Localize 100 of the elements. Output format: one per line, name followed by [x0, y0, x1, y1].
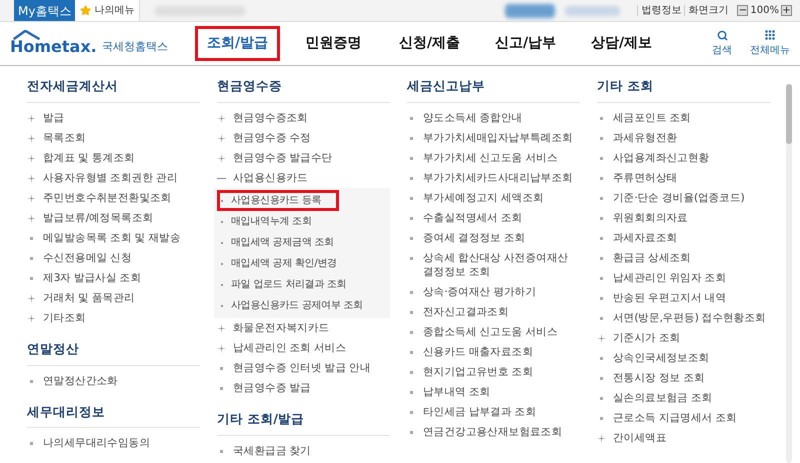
blurred-block: [565, 6, 620, 16]
bullet-icon: [410, 256, 413, 260]
menu-link[interactable]: 메일발송목록 조회 및 재발송: [43, 230, 181, 245]
bullet-icon: [410, 330, 413, 334]
nav-tab[interactable]: 조회/발급: [195, 26, 280, 61]
top-link[interactable]: 화면크기: [684, 5, 732, 16]
menu-link[interactable]: 현지기업고유번호 조회: [423, 364, 534, 379]
bullet-icon: [600, 216, 603, 220]
bullet-icon: [30, 380, 33, 382]
all-menu-button[interactable]: 전체메뉴: [750, 29, 790, 58]
menu-link[interactable]: 목록조회: [43, 130, 86, 145]
menu-link[interactable]: 현금영수증 발급: [233, 380, 311, 395]
bullet-icon: [410, 116, 413, 120]
menu-link[interactable]: 거래처 및 품목관리: [43, 290, 135, 305]
menu-link[interactable]: 증여세 결정정보 조회: [423, 230, 526, 245]
menu-link[interactable]: 연말정산간소화: [43, 374, 118, 388]
menu-link[interactable]: 현금영수증 수정: [233, 130, 311, 145]
menu-link[interactable]: 상속·증여재산 평가하기: [423, 284, 536, 299]
menu-link[interactable]: 발급보류/예정목록조회: [43, 210, 154, 225]
menu-link[interactable]: 합계표 및 통계조회: [43, 150, 135, 165]
section-title: 세무대리정보: [27, 402, 200, 428]
menu-link[interactable]: 기타조회: [43, 310, 86, 325]
bullet-icon: [410, 410, 413, 414]
menu-link[interactable]: 부가가치세매입자납부특례조회: [423, 130, 573, 145]
zoom-out-button[interactable]: −: [737, 5, 748, 16]
menu-link[interactable]: 근로소득 지급명세서 조회: [613, 410, 737, 425]
bullet-icon: [600, 316, 603, 320]
bullet-icon: [600, 176, 603, 180]
search-icon: [716, 30, 728, 40]
bullet-icon: [410, 370, 413, 374]
menu-link[interactable]: 기준시가 조회: [613, 330, 680, 345]
menu-link[interactable]: 상속인국세정보조회: [613, 350, 710, 365]
menu-link[interactable]: 신용카드 매출자료조회: [423, 344, 534, 359]
section-title: 세금신고납부: [407, 77, 580, 103]
menu-link[interactable]: 주민번호수취분전환및조회: [43, 190, 172, 205]
menu-link[interactable]: 수출실적명세서 조회: [423, 210, 522, 225]
bullet-icon: [600, 416, 603, 420]
menu-link[interactable]: 현금영수증 발급수단: [233, 150, 332, 165]
menu-link[interactable]: 발급: [43, 110, 64, 125]
menu-link[interactable]: 사업용신용카드: [233, 170, 308, 185]
bullet-icon: [410, 156, 413, 160]
menu-link[interactable]: 위원회회의자료: [613, 210, 688, 225]
nav-tab[interactable]: 상담/제보: [579, 26, 664, 61]
menu-link[interactable]: 납세관리인 조회 서비스: [233, 340, 346, 355]
menu-link[interactable]: 전자신고결과조회: [423, 304, 509, 319]
menu-link[interactable]: 현금영수증조회: [233, 110, 308, 125]
menu-link[interactable]: 세금포인트 조회: [613, 110, 691, 125]
menu-link[interactable]: 반송된 우편고지서 내역: [613, 290, 726, 305]
menu-link[interactable]: 환급금 상세조회: [613, 250, 691, 265]
bullet-icon: [410, 390, 413, 394]
menu-link[interactable]: 연금건강고용산재보험료조회: [423, 424, 562, 439]
bullet-icon: [30, 256, 33, 260]
menu-link[interactable]: 종합소득세 신고도움 서비스: [423, 324, 558, 339]
hometax-logo: Hometax.: [10, 30, 99, 57]
menu-link[interactable]: 화물운전자복지카드: [233, 320, 330, 335]
menu-link[interactable]: 사업용계좌신고현황: [613, 150, 710, 165]
menu-link[interactable]: 국세환급금 찾기: [233, 444, 311, 458]
menu-link[interactable]: 전통시장 정보 조회: [613, 370, 705, 385]
menu-link[interactable]: 실손의료보험금 조회: [613, 390, 712, 405]
top-link[interactable]: 법령정보: [637, 5, 684, 16]
menu-link[interactable]: 사용자유형별 조회권한 관리: [43, 170, 178, 185]
menu-link[interactable]: 타인세금 납부결과 조회: [423, 404, 536, 419]
menu-link[interactable]: 양도소득세 종합안내: [423, 110, 522, 125]
submenu-item[interactable]: 매입내역누계 조회: [217, 210, 390, 232]
zoom-in-button[interactable]: +: [781, 5, 792, 16]
menu-link[interactable]: 기준·단순 경비율(업종코드): [613, 190, 744, 205]
my-hometax-button[interactable]: My홈택스: [14, 0, 76, 21]
menu-link[interactable]: 나의세무대리수임동의: [43, 436, 150, 450]
submenu-item[interactable]: 매입세액 공제 확인/변경: [217, 252, 390, 274]
submenu-item[interactable]: 파일 업로드 처리결과 조회: [217, 274, 390, 295]
bullet-icon: [410, 290, 413, 294]
bullet-icon: [600, 156, 603, 160]
menu-link[interactable]: 부가세예정고지 세액조회: [423, 190, 544, 205]
menu-link[interactable]: 상속세 합산대상 사전증여재산 결정정보 조회: [423, 250, 580, 279]
menu-link[interactable]: 현금영수증 인터넷 발급 안내: [233, 360, 371, 375]
menu-link[interactable]: 수신전용메일 신청: [43, 250, 132, 265]
section-title: 전자세금계산서: [27, 77, 200, 103]
my-menu-button[interactable]: 나의메뉴: [75, 0, 140, 21]
bullet-icon: [30, 442, 33, 446]
nav-tab[interactable]: 민원증명: [291, 26, 376, 61]
highlighted-submenu-item[interactable]: 사업용신용카드 등록: [217, 190, 339, 211]
submenu-item[interactable]: 사업용신용카드 공제여부 조회: [217, 294, 390, 316]
menu-link[interactable]: 부가가치세 신고도움 서비스: [423, 150, 558, 165]
bullet-icon: [410, 350, 413, 354]
menu-link[interactable]: 부가가치세카드사대리납부조회: [423, 170, 573, 185]
search-button[interactable]: 검색: [712, 30, 732, 58]
menu-link[interactable]: 과세유형전환: [613, 130, 678, 145]
menu-link[interactable]: 서면(방문,우편등) 접수현황조회: [613, 310, 766, 325]
menu-link[interactable]: 제3자 발급사실 조회: [43, 270, 142, 285]
section-title: 연말정산: [27, 340, 200, 366]
menu-link[interactable]: 과세자료조회: [613, 230, 678, 245]
nav-tab[interactable]: 신청/제출: [387, 26, 472, 61]
menu-link[interactable]: 납세관리인 위임자 조회: [613, 270, 726, 285]
submenu-item[interactable]: 매입세액 공제금액 조회: [217, 232, 390, 253]
menu-link[interactable]: 주류면허상태: [613, 170, 678, 185]
menu-link[interactable]: 간이세액표: [613, 430, 667, 445]
nav-tab[interactable]: 신고/납부: [483, 26, 568, 61]
zoom-value: 100%: [750, 4, 779, 18]
bullet-icon: [410, 136, 413, 140]
menu-link[interactable]: 납부내역 조회: [423, 384, 490, 399]
